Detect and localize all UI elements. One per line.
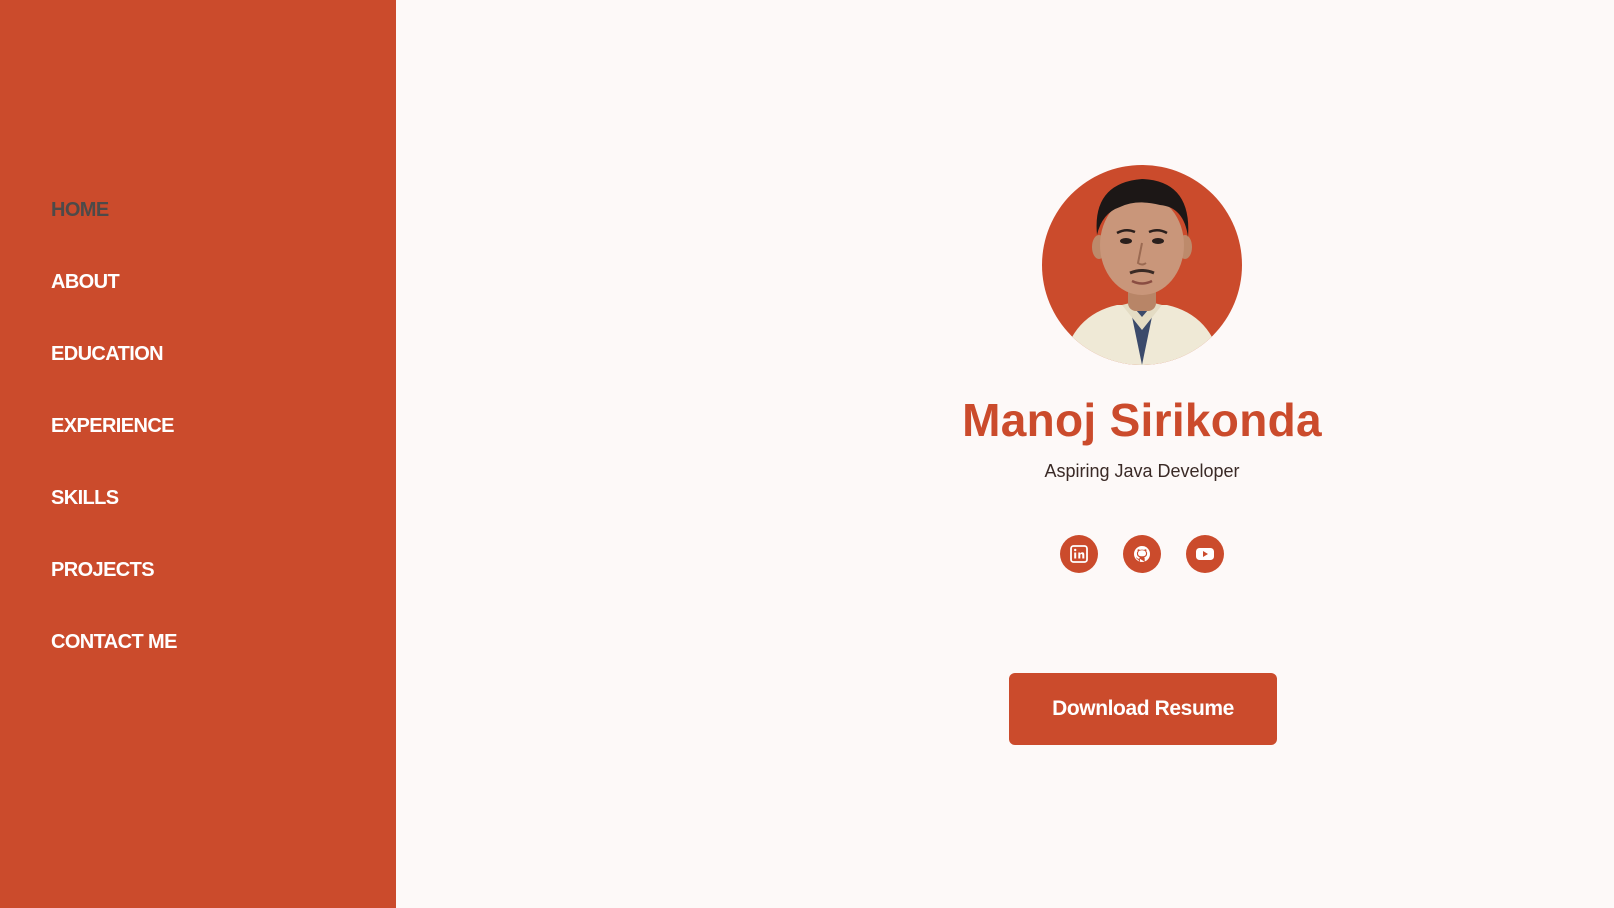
social-links — [1060, 535, 1224, 573]
sidebar-item-home[interactable]: HOME — [51, 200, 177, 272]
youtube-link[interactable] — [1186, 535, 1224, 573]
sidebar-item-education[interactable]: EDUCATION — [51, 344, 177, 416]
sidebar: HOME ABOUT EDUCATION EXPERIENCE SKILLS P… — [0, 0, 396, 908]
sidebar-item-skills[interactable]: SKILLS — [51, 488, 177, 560]
sidebar-nav: HOME ABOUT EDUCATION EXPERIENCE SKILLS P… — [51, 200, 177, 704]
profile-photo — [1062, 179, 1222, 365]
sidebar-item-about[interactable]: ABOUT — [51, 272, 177, 344]
profile-name: Manoj Sirikonda — [962, 394, 1322, 446]
download-resume-button[interactable]: Download Resume — [1009, 673, 1277, 745]
linkedin-link[interactable] — [1060, 535, 1098, 573]
youtube-icon — [1196, 548, 1214, 560]
github-link[interactable] — [1123, 535, 1161, 573]
main-content: Manoj Sirikonda Aspiring Java Developer — [396, 0, 1614, 908]
sidebar-item-projects[interactable]: PROJECTS — [51, 560, 177, 632]
sidebar-item-experience[interactable]: EXPERIENCE — [51, 416, 177, 488]
avatar — [1042, 165, 1242, 365]
sidebar-item-contact-me[interactable]: CONTACT ME — [51, 632, 177, 704]
profile-role: Aspiring Java Developer — [1044, 461, 1240, 481]
linkedin-icon — [1070, 545, 1088, 563]
github-icon — [1134, 546, 1150, 562]
